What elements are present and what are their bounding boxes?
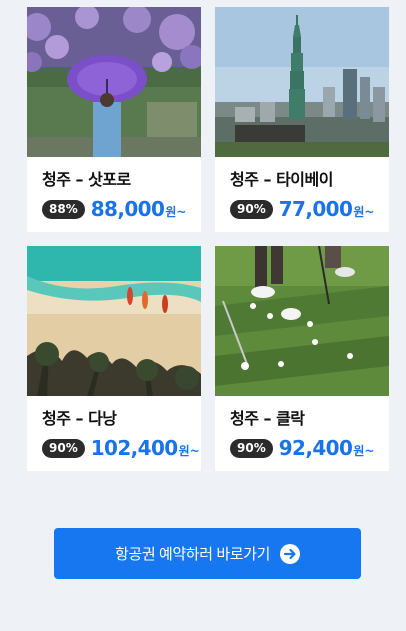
book-flight-label: 항공권 예약하러 바로가기: [115, 546, 270, 563]
discount-badge: 90%: [42, 438, 85, 458]
price-row: 88% 88,000 원~: [42, 197, 201, 221]
book-flight-button[interactable]: 항공권 예약하러 바로가기: [54, 528, 361, 579]
wisteria-umbrella-photo: [27, 7, 201, 157]
price-value: 92,400: [278, 436, 353, 460]
price-unit: 원~: [353, 205, 375, 219]
discount-badge: 88%: [42, 199, 85, 219]
destination-label: 청주 – 삿포로: [42, 170, 131, 189]
price-unit: 원~: [178, 444, 200, 458]
discount-badge: 90%: [230, 199, 273, 219]
price-row: 90% 77,000 원~: [230, 197, 389, 221]
price-unit: 원~: [165, 205, 187, 219]
price-unit: 원~: [353, 444, 375, 458]
taipei-skyline-photo: [215, 7, 389, 157]
arrow-right-circle-icon: [279, 543, 300, 564]
destination-label: 청주 – 타이베이: [230, 170, 333, 189]
deal-card-taipei[interactable]: 청주 – 타이베이 90% 77,000 원~: [215, 7, 389, 232]
deal-card-sapporo[interactable]: 청주 – 삿포로 88% 88,000 원~: [27, 7, 201, 232]
price-row: 90% 102,400 원~: [42, 436, 201, 460]
golf-course-photo: [215, 246, 389, 396]
destination-label: 청주 – 클락: [230, 409, 305, 428]
price-value: 77,000: [278, 197, 353, 221]
beach-palms-photo: [27, 246, 201, 396]
price-value: 88,000: [90, 197, 165, 221]
price-row: 90% 92,400 원~: [230, 436, 389, 460]
discount-badge: 90%: [230, 438, 273, 458]
destination-label: 청주 – 다낭: [42, 409, 117, 428]
price-value: 102,400: [90, 436, 179, 460]
deal-card-clark[interactable]: 청주 – 클락 90% 92,400 원~: [215, 246, 389, 471]
deal-card-danang[interactable]: 청주 – 다낭 90% 102,400 원~: [27, 246, 201, 471]
deal-grid: 청주 – 삿포로 88% 88,000 원~ 청주 – 타이베이 90% 77,…: [27, 7, 389, 471]
